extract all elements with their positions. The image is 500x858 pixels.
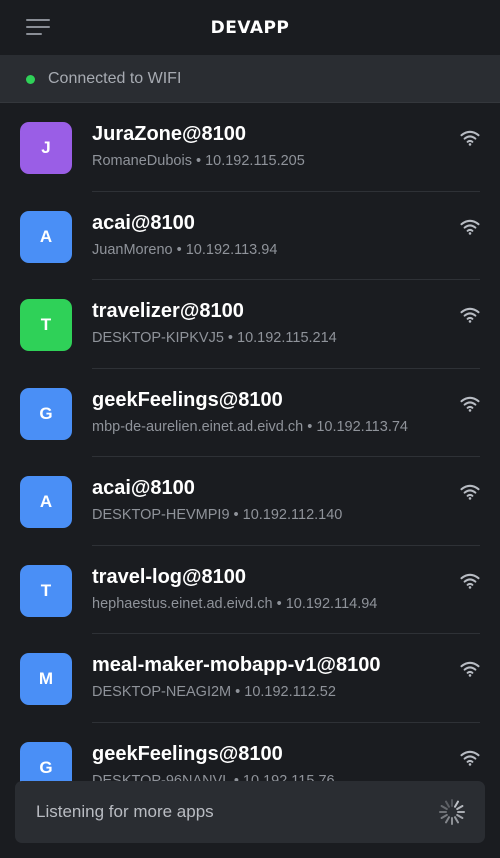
app-list: J JuraZone@8100 RomaneDubois • 10.192.115.… xyxy=(0,103,500,811)
app-avatar: J xyxy=(20,122,72,174)
app-avatar: T xyxy=(20,564,72,617)
app-avatar: A xyxy=(20,210,72,263)
app-name: JuraZone@8100 xyxy=(92,123,247,145)
app-name: acai@8100 xyxy=(92,211,195,234)
app-name: geekFeelings@8100 xyxy=(92,742,283,765)
app-avatar: M xyxy=(20,653,72,705)
app-name: acai@8100 xyxy=(92,477,195,499)
app-name: geekFeelings@8100 xyxy=(92,388,283,411)
app-avatar: T xyxy=(20,299,72,351)
wifi-icon xyxy=(460,573,480,589)
wifi-icon xyxy=(460,307,480,323)
listening-banner: Listening for more apps xyxy=(15,781,485,843)
loading-spinner-icon xyxy=(439,799,465,825)
app-host-detail: DESKTOP-KIPKVJ5 • 10.192.115.214 xyxy=(92,330,337,346)
app-list-item[interactable]: Mmeal-maker-mobapp-v1@8100 DESKTOP-NEAGI2… xyxy=(0,634,500,723)
app-list-item[interactable]: Ttravelizer@8100 DESKTOP-KIPKVJ5 • 10.192… xyxy=(0,280,500,369)
app-list-item[interactable]: Aacai@8100 DESKTOP-HEVMPI9 • 10.192.112.1… xyxy=(0,457,500,546)
app-name: travel-log@8100 xyxy=(92,565,247,588)
connection-status-bar: Connected to WIFI xyxy=(0,55,500,103)
app-list-item[interactable]: GgeekFeelings@8100 mbp-de-aurelien.einet.… xyxy=(0,369,500,458)
wifi-icon xyxy=(460,661,480,677)
app-host-detail: RomaneDubois • 10.192.115.205 xyxy=(92,153,305,169)
listening-text: Listening for more apps xyxy=(36,802,214,821)
app-host-detail: hephaestus.einet.ad.eivd.ch • 10.192.114… xyxy=(92,595,378,612)
app-list-item[interactable]: Aacai@8100 JuanMoreno • 10.192.113.94 xyxy=(0,192,500,281)
wifi-icon xyxy=(460,484,480,500)
app-header: DEVAPP xyxy=(0,0,500,55)
app-host-detail: mbp-de-aurelien.einet.ad.eivd.ch • 10.19… xyxy=(92,418,408,435)
wifi-icon xyxy=(460,130,480,146)
app-host-detail: JuanMoreno • 10.192.113.94 xyxy=(92,241,278,258)
app-list-item[interactable]: Ttravel-log@8100 hephaestus.einet.ad.eivd… xyxy=(0,546,500,635)
app-name: meal-maker-mobapp-v1@8100 xyxy=(92,654,381,676)
wifi-icon xyxy=(460,750,480,766)
app-name: travelizer@8100 xyxy=(92,300,244,322)
app-avatar: G xyxy=(20,387,72,440)
wifi-icon xyxy=(460,219,480,235)
app-host-detail: DESKTOP-NEAGI2M • 10.192.112.52 xyxy=(92,684,336,700)
app-host-detail: DESKTOP-HEVMPI9 • 10.192.112.140 xyxy=(92,507,343,523)
app-title: DEVAPP xyxy=(210,18,290,38)
app-list-item[interactable]: J JuraZone@8100 RomaneDubois • 10.192.115.… xyxy=(0,103,500,192)
wifi-icon xyxy=(460,396,480,412)
connection-status-text: Connected to WIFI xyxy=(48,70,182,87)
connection-indicator-dot xyxy=(26,75,35,84)
app-avatar: A xyxy=(20,476,72,528)
